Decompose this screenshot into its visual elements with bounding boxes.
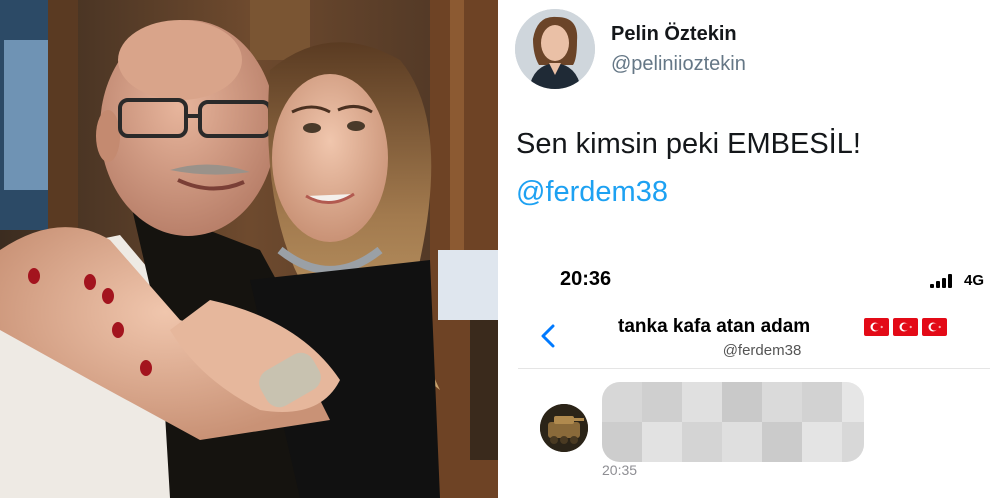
author-handle[interactable]: @peliniioztekin bbox=[611, 53, 746, 76]
message-bubble-blurred[interactable] bbox=[602, 382, 864, 462]
message-time: 20:35 bbox=[602, 462, 638, 478]
author-avatar[interactable] bbox=[515, 9, 595, 89]
sender-avatar-image bbox=[540, 404, 588, 452]
chat-title: tanka kafa atan adam bbox=[618, 316, 811, 337]
turkish-flag-icon bbox=[893, 318, 918, 336]
chat-handle: @ferdem38 bbox=[722, 342, 802, 359]
turkish-flag-icon bbox=[922, 318, 947, 336]
sender-avatar[interactable] bbox=[540, 404, 588, 452]
status-bar-time: 20:36 bbox=[560, 268, 612, 290]
tweet-panel: Pelin Öztekin @peliniioztekin Sen kimsin… bbox=[498, 0, 996, 498]
turkish-flag-icon bbox=[864, 318, 889, 336]
signal-bars-icon bbox=[930, 274, 954, 288]
tweet-mention-link[interactable]: @ferdem38 bbox=[516, 176, 668, 209]
photo bbox=[0, 0, 498, 498]
divider bbox=[518, 368, 990, 369]
network-type: 4G bbox=[964, 272, 985, 289]
author-avatar-image bbox=[515, 9, 595, 89]
tweet-text: Sen kimsin peki EMBESİL! bbox=[516, 128, 861, 160]
author-name[interactable]: Pelin Öztekin bbox=[611, 23, 737, 46]
flag-emojis bbox=[864, 318, 947, 336]
